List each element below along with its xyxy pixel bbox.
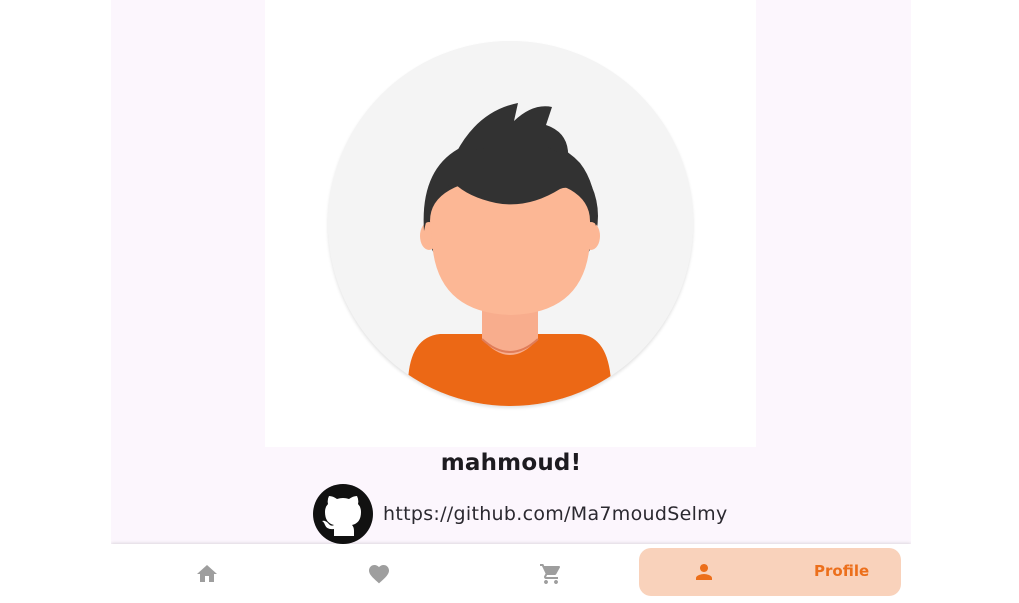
avatar <box>328 41 693 406</box>
nav-favorites-button[interactable] <box>359 544 399 603</box>
bottom-navigation-bar: Profile <box>111 544 911 603</box>
nav-cart-button[interactable] <box>531 544 571 603</box>
nav-profile-button[interactable]: Profile <box>639 548 901 596</box>
github-link[interactable]: https://github.com/Ma7moudSelmy <box>383 503 728 525</box>
user-name: mahmoud! <box>440 450 582 476</box>
heart-icon <box>369 564 389 583</box>
profile-screen: mahmoud! https://github.com/Ma7moudSelmy <box>111 0 911 603</box>
nav-profile-label: Profile <box>814 562 870 580</box>
home-icon <box>197 564 217 582</box>
github-icon[interactable] <box>313 484 373 544</box>
nav-home-button[interactable] <box>187 544 227 603</box>
avatar-illustration <box>328 41 693 406</box>
person-icon <box>696 564 712 580</box>
cart-icon <box>540 563 561 584</box>
avatar-card <box>265 0 756 447</box>
github-row[interactable]: https://github.com/Ma7moudSelmy <box>313 484 728 544</box>
